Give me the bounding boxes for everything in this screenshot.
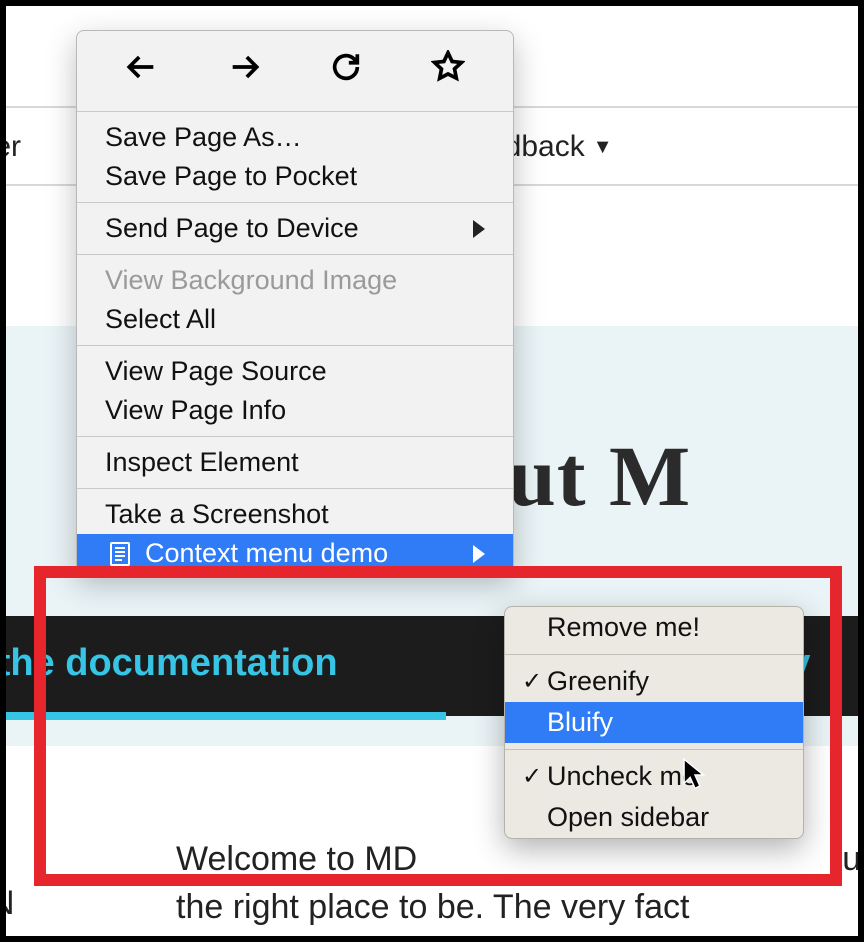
menu-view-page-source[interactable]: View Page Source	[77, 352, 513, 391]
menu-take-screenshot[interactable]: Take a Screenshot	[77, 495, 513, 534]
bookmark-star-icon[interactable]	[420, 47, 476, 87]
nav-label: fer	[6, 130, 21, 164]
submenu-bluify[interactable]: Bluify	[505, 702, 803, 743]
menu-context-menu-demo[interactable]: Context menu demo	[77, 534, 513, 573]
submenu-open-sidebar[interactable]: Open sidebar	[505, 797, 803, 838]
cta-link-documentation[interactable]: e the documentation	[6, 642, 338, 685]
submenu-uncheck-me[interactable]: ✓ Uncheck me	[505, 756, 803, 797]
menu-view-page-info[interactable]: View Page Info	[77, 391, 513, 430]
chevron-down-icon: ▼	[593, 136, 613, 159]
page-icon	[105, 541, 135, 567]
check-icon: ✓	[517, 762, 547, 791]
context-menu: Save Page As… Save Page to Pocket Send P…	[76, 30, 514, 574]
submenu-arrow-icon	[473, 545, 485, 563]
nav-item-left-fragment[interactable]: fer	[6, 130, 21, 164]
submenu-remove-me[interactable]: Remove me!	[505, 607, 803, 648]
menu-view-background-image: View Background Image	[77, 261, 513, 300]
body-paragraph: Welcome to MDxxxxxxxxxxxxxxxxxxxxxxxxxug…	[176, 836, 858, 931]
reload-icon[interactable]	[318, 47, 374, 87]
back-icon[interactable]	[114, 47, 170, 87]
cta-underline	[6, 712, 446, 720]
context-submenu: Remove me! ✓ Greenify Bluify ✓ Uncheck m…	[504, 606, 804, 839]
check-icon: ✓	[517, 667, 547, 696]
menu-select-all[interactable]: Select All	[77, 300, 513, 339]
menu-send-to-device[interactable]: Send Page to Device	[77, 209, 513, 248]
submenu-greenify[interactable]: ✓ Greenify	[505, 661, 803, 702]
menu-save-page-as[interactable]: Save Page As…	[77, 118, 513, 157]
menu-save-to-pocket[interactable]: Save Page to Pocket	[77, 157, 513, 196]
forward-icon[interactable]	[216, 47, 272, 87]
submenu-arrow-icon	[473, 220, 485, 238]
menu-inspect-element[interactable]: Inspect Element	[77, 443, 513, 482]
body-fragment-on: N	[6, 884, 15, 923]
